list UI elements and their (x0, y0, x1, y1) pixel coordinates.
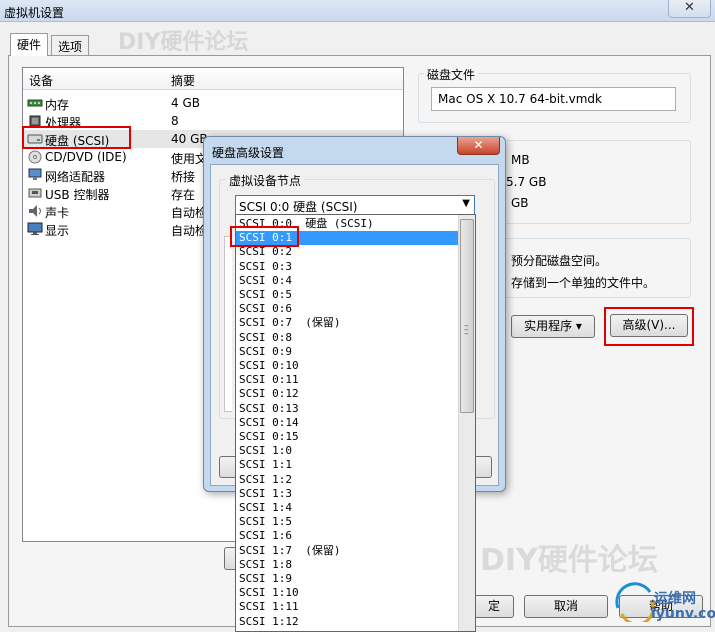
memory-icon (27, 99, 43, 107)
highlight-box-hard-disk (22, 126, 131, 149)
dropdown-option[interactable]: SCSI 1:5 (236, 515, 458, 529)
sound-card-icon (29, 205, 41, 217)
device-summary: 自动检 (171, 206, 208, 220)
dropdown-option[interactable]: SCSI 0:13 (236, 402, 458, 416)
usb-controller-icon (28, 188, 42, 198)
dropdown-option[interactable]: SCSI 0:9 (236, 345, 458, 359)
device-summary: 8 (171, 114, 179, 128)
column-header-device[interactable]: 设备 (29, 72, 53, 89)
dropdown-option[interactable]: SCSI 1:11 (236, 600, 458, 614)
cancel-button[interactable]: 取消 (524, 595, 608, 618)
virtual-device-node-label: 虚拟设备节点 (226, 172, 305, 189)
dropdown-option[interactable]: SCSI 1:8 (236, 558, 458, 572)
dropdown-option[interactable]: SCSI 1:9 (236, 572, 458, 586)
device-name: 显示 (45, 224, 70, 238)
dialog-close-button[interactable]: ✕ (457, 137, 500, 155)
capacity-text-3: GB (511, 196, 529, 210)
highlight-box-advanced (604, 307, 694, 346)
device-name: 内存 (45, 98, 70, 112)
window-close-button[interactable]: ✕ (668, 0, 711, 18)
disk-info-line-1: 预分配磁盘空间。 (511, 254, 608, 268)
device-name: 网络适配器 (45, 170, 106, 184)
device-name: USB 控制器 (45, 188, 110, 202)
chevron-down-icon[interactable]: ▼ (462, 198, 470, 209)
capacity-text-1: MB (511, 153, 530, 167)
ok-button[interactable]: 定 (474, 595, 514, 618)
dropdown-option[interactable]: SCSI 1:7 (保留) (236, 544, 458, 558)
device-name: 声卡 (45, 206, 70, 220)
dialog-button-right-edge[interactable] (475, 456, 492, 478)
device-summary: 使用文 (171, 152, 208, 166)
column-header-summary[interactable]: 摘要 (171, 72, 195, 89)
dropdown-option[interactable]: SCSI 1:3 (236, 487, 458, 501)
dropdown-option[interactable]: SCSI 1:1 (236, 458, 458, 472)
dropdown-option[interactable]: SCSI 0:10 (236, 359, 458, 373)
dropdown-option[interactable]: SCSI 0:4 (236, 274, 458, 288)
dropdown-option[interactable]: SCSI 0:8 (236, 331, 458, 345)
dropdown-option[interactable]: SCSI 1:10 (236, 586, 458, 600)
device-list-header: 设备 摘要 (23, 68, 403, 90)
disk-file-field[interactable]: Mac OS X 10.7 64-bit.vmdk (431, 87, 676, 111)
window-title-bar: 虚拟机设置 ✕ (0, 0, 715, 22)
virtual-device-node-dropdown[interactable]: – – – SCSI 0:0 硬盘 (SCSI) SCSI 0:1 SCSI 0:2 SC… (235, 214, 476, 632)
tab-hardware[interactable]: 硬件 (10, 33, 49, 56)
dropdown-option[interactable]: SCSI 1:2 (236, 473, 458, 487)
dropdown-option[interactable]: SCSI 1:6 (236, 529, 458, 543)
capacity-text-2: 5.7 GB (506, 175, 547, 189)
device-summary: 自动检 (171, 224, 208, 238)
watermark-brand-bottom: DIY硬件论坛 (480, 543, 658, 578)
dropdown-option[interactable]: SCSI 0:5 (236, 288, 458, 302)
device-row-memory[interactable]: 内存 4 GB (23, 94, 403, 112)
dropdown-scrollbar[interactable]: – – – (458, 215, 475, 631)
dropdown-option[interactable]: SCSI 0:15 (236, 430, 458, 444)
device-summary: 4 GB (171, 96, 200, 110)
dropdown-option[interactable]: SCSI 0:7 (保留) (236, 316, 458, 330)
device-name: CD/DVD (IDE) (45, 150, 127, 164)
device-summary: 桥接 (171, 170, 196, 184)
grip-icon: – – – (464, 321, 469, 339)
dropdown-option[interactable]: SCSI 0:12 (236, 387, 458, 401)
combo-selected-value: SCSI 0:0 硬盘 (SCSI) (239, 200, 358, 214)
dropdown-option[interactable]: SCSI 1:4 (236, 501, 458, 515)
virtual-device-node-combo[interactable]: SCSI 0:0 硬盘 (SCSI) ▼ (235, 195, 475, 215)
dropdown-option[interactable]: SCSI 0:6 (236, 302, 458, 316)
utilities-button[interactable]: 实用程序 ▾ (511, 315, 595, 338)
dropdown-option[interactable]: SCSI 0:3 (236, 260, 458, 274)
watermark-site: iyunv.com (651, 606, 715, 622)
disk-file-label: 磁盘文件 (424, 66, 479, 83)
disk-info-line-2: 存储到一个单独的文件中。 (511, 276, 656, 290)
dropdown-option[interactable]: SCSI 1:12 (236, 615, 458, 629)
dropdown-option[interactable]: SCSI 0:2 (236, 245, 458, 259)
dropdown-option[interactable]: SCSI 0:14 (236, 416, 458, 430)
dialog-title: 硬盘高级设置 (212, 146, 285, 160)
display-icon (27, 222, 43, 235)
dialog-inner-panel (224, 236, 232, 412)
watermark-logo-icon (615, 582, 655, 622)
highlight-box-scsi-0-1 (230, 226, 299, 247)
dropdown-option[interactable]: SCSI 1:0 (236, 444, 458, 458)
dropdown-option[interactable]: SCSI 0:11 (236, 373, 458, 387)
watermark-brand-top: DIY硬件论坛 (118, 30, 249, 55)
tab-options[interactable]: 选项 (51, 35, 90, 55)
device-summary: 存在 (171, 188, 196, 202)
scrollbar-thumb[interactable]: – – – (460, 219, 474, 413)
window-title: 虚拟机设置 (4, 6, 65, 20)
watermark-site-cn: 运维网 (654, 591, 696, 607)
network-adapter-icon (28, 168, 42, 180)
cd-dvd-icon (28, 150, 42, 164)
